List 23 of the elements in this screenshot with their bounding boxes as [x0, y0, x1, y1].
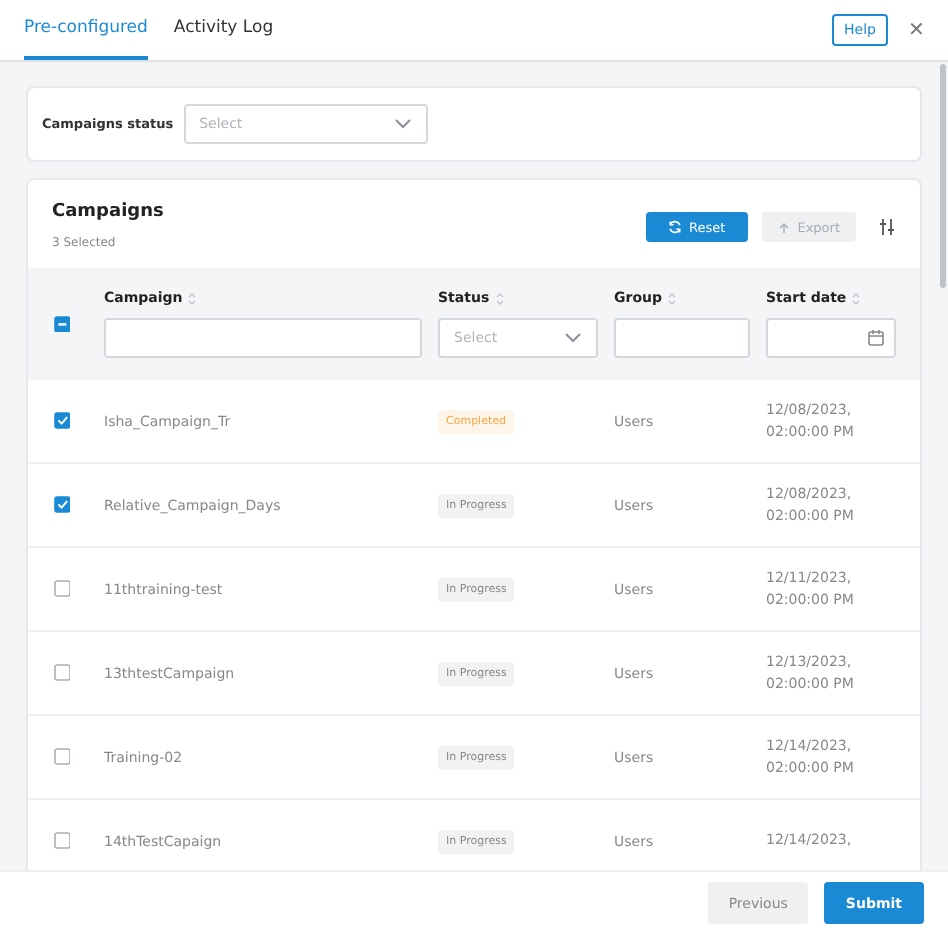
- sort-icon[interactable]: [495, 291, 504, 305]
- scrollbar[interactable]: [940, 64, 946, 288]
- chevron-down-icon: [393, 118, 412, 130]
- chevron-down-icon: [564, 332, 582, 344]
- calendar-icon: [868, 330, 884, 346]
- sort-icon[interactable]: [852, 291, 861, 305]
- sort-icon[interactable]: [188, 291, 197, 305]
- checkbox[interactable]: [53, 748, 71, 766]
- upload-icon: [777, 221, 790, 233]
- tab[interactable]: Activity Log: [173, 18, 274, 60]
- checkbox[interactable]: [53, 580, 71, 598]
- checkbox[interactable]: [53, 315, 71, 333]
- checkbox[interactable]: [53, 664, 71, 682]
- checkbox[interactable]: [53, 496, 71, 514]
- column-filter-field[interactable]: [614, 318, 750, 358]
- column-filter-field[interactable]: [104, 318, 422, 358]
- card-title: Campaigns: [52, 202, 164, 222]
- checkbox[interactable]: [53, 832, 71, 850]
- sort-icon[interactable]: [668, 291, 677, 305]
- date-filter-field[interactable]: [766, 318, 896, 358]
- checkbox[interactable]: [53, 412, 71, 430]
- columns-settings-icon[interactable]: [878, 218, 896, 236]
- refresh-icon: [667, 220, 682, 234]
